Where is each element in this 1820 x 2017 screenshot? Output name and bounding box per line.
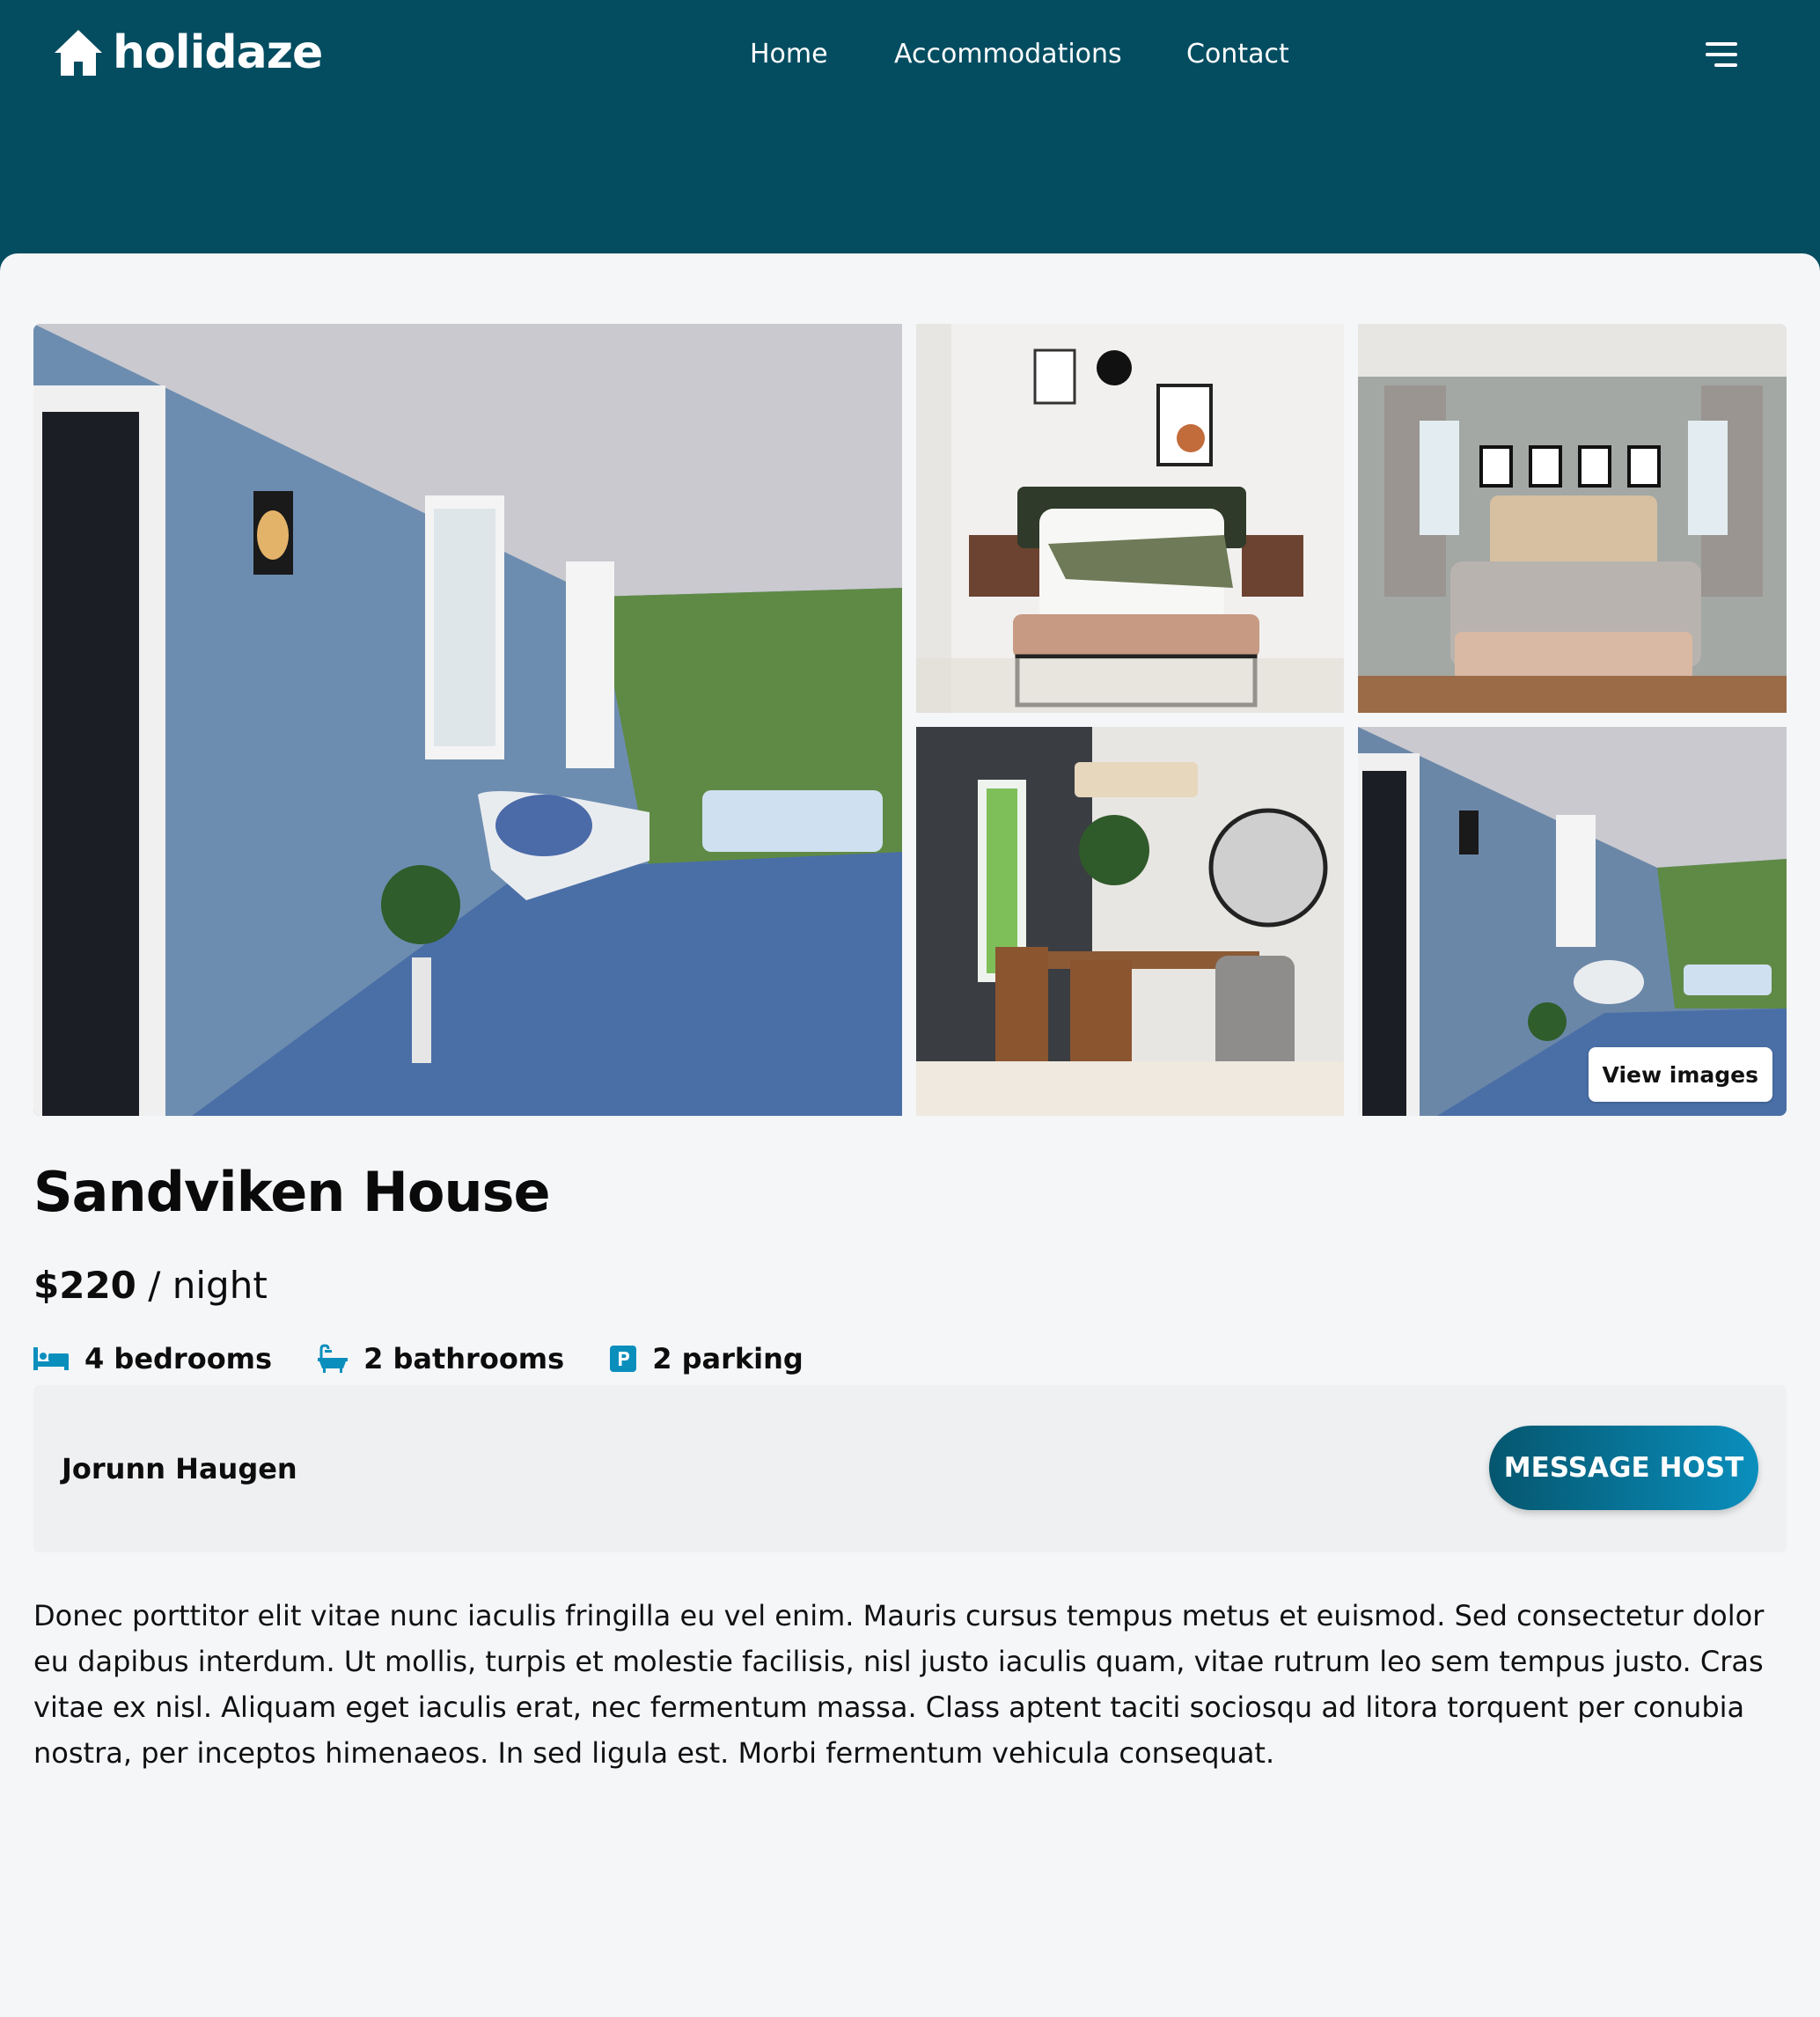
bedroom-photo	[1358, 324, 1787, 713]
price-unit: / night	[136, 1264, 268, 1307]
listing-description: Donec porttitor elit vitae nunc iaculis …	[33, 1599, 1765, 1770]
view-images-button[interactable]: View images	[1588, 1047, 1772, 1102]
feature-bathrooms: 2 bathrooms	[318, 1342, 564, 1375]
price-amount: $220	[33, 1264, 136, 1307]
bed-icon	[33, 1347, 69, 1370]
top-navigation: holidaze Home Accommodations Contact	[0, 0, 1820, 111]
feature-bedrooms: 4 bedrooms	[33, 1342, 272, 1375]
main-nav: Home Accommodations Contact	[0, 39, 1820, 74]
feature-label: 2 parking	[652, 1342, 804, 1375]
gallery-photo-bedroom-green[interactable]	[916, 324, 1344, 713]
feature-label: 4 bedrooms	[84, 1342, 273, 1375]
gallery-photo-dining-room[interactable]	[916, 727, 1344, 1116]
listing-price: $220 / night	[33, 1264, 268, 1307]
feature-parking: 2 parking	[610, 1342, 804, 1375]
nav-home-link[interactable]: Home	[750, 39, 828, 70]
listing-content: View images Sandviken House $220 / night…	[0, 253, 1820, 2017]
host-card: Jorunn Haugen MESSAGE HOST	[33, 1385, 1787, 1552]
hamburger-menu-icon[interactable]	[1702, 39, 1737, 70]
gallery-photo-porch[interactable]: View images	[1358, 727, 1787, 1116]
porch-photo	[33, 324, 902, 1116]
nav-accommodations-link[interactable]: Accommodations	[894, 39, 1122, 70]
parking-icon	[610, 1346, 637, 1372]
feature-label: 2 bathrooms	[363, 1342, 565, 1375]
photo-gallery: View images	[33, 324, 1787, 1116]
bedroom-photo	[916, 324, 1344, 713]
bathtub-icon	[318, 1344, 349, 1373]
dining-room-photo	[916, 727, 1344, 1116]
gallery-main-photo[interactable]	[33, 324, 902, 1116]
gallery-photo-bedroom-art[interactable]	[1358, 324, 1787, 713]
message-host-button[interactable]: MESSAGE HOST	[1489, 1426, 1758, 1510]
listing-features: 4 bedrooms 2 bathrooms 2 parking	[33, 1341, 849, 1376]
listing-title: Sandviken House	[33, 1160, 551, 1224]
nav-contact-link[interactable]: Contact	[1186, 39, 1289, 70]
host-name: Jorunn Haugen	[62, 1452, 297, 1485]
